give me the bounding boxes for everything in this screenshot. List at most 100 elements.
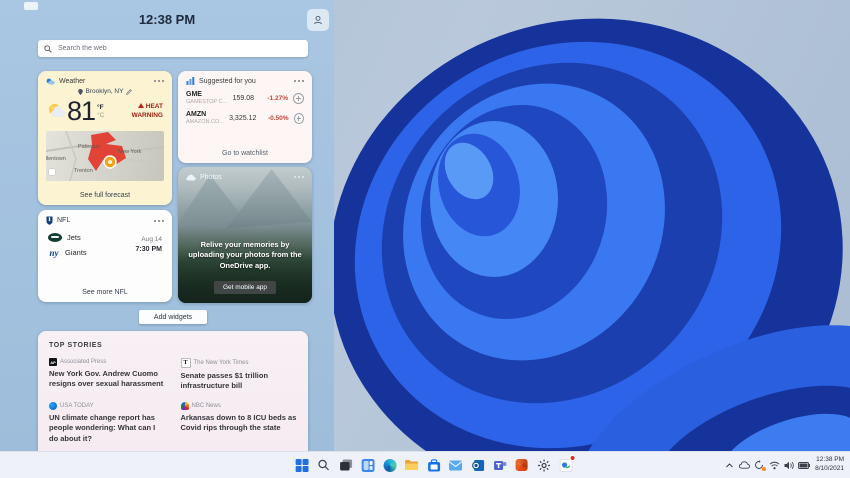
news-story[interactable]: T The New York Times Senate passes $1 tr…	[181, 358, 298, 391]
notification-badge	[570, 455, 576, 461]
photos-message: Relive your memories by uploading your p…	[186, 240, 304, 272]
photos-widget: Photos Relive your memories by uploading…	[178, 167, 312, 303]
edge-browser-button[interactable]	[379, 454, 401, 476]
news-story[interactable]: AP Associated Press New York Gov. Andrew…	[49, 358, 166, 391]
edge-icon	[383, 459, 396, 472]
add-to-watchlist-button[interactable]	[293, 93, 304, 104]
widgets-icon	[361, 459, 374, 472]
story-source: Associated Press	[60, 359, 106, 365]
see-more-nfl-link[interactable]: See more NFL	[38, 289, 172, 296]
usa-today-logo	[49, 402, 57, 410]
stock-row[interactable]: GME GAMESTOP C... 159.08 -1.27%	[178, 91, 312, 105]
stock-symbol: AMZN	[186, 111, 229, 118]
task-view-icon	[339, 459, 352, 471]
teams-icon	[493, 459, 506, 472]
weather-current: 81 °F °C HEAT WARNING	[38, 96, 172, 127]
add-widgets-button[interactable]: Add widgets	[139, 310, 207, 324]
stock-row[interactable]: AMZN AMAZON.CO... 3,325.12 -0.50%	[178, 111, 312, 125]
weather-see-full-forecast-link[interactable]: See full forecast	[38, 192, 172, 199]
profile-button[interactable]	[307, 9, 329, 31]
stock-symbol: GME	[186, 91, 232, 98]
search-bar	[38, 40, 308, 57]
stock-price: 3,325.12	[229, 115, 256, 122]
taskbar-clock[interactable]: 12:38 PM 8/10/2021	[812, 456, 848, 474]
nfl-title: NFL	[57, 217, 70, 224]
new-york-times-logo: T	[181, 358, 191, 368]
battery-tray-icon[interactable]	[797, 457, 811, 473]
add-to-watchlist-button[interactable]	[294, 113, 304, 124]
photos-menu-button[interactable]	[293, 173, 305, 181]
map-label: Allentown	[46, 156, 66, 162]
stock-change: -1.27%	[260, 95, 288, 102]
sync-alert-tray-icon[interactable]	[752, 457, 766, 473]
search-input[interactable]	[56, 44, 302, 53]
stocks-widget: Suggested for you GME GAMESTOP C... 159.…	[178, 71, 312, 163]
weather-menu-button[interactable]	[153, 77, 165, 85]
weather-widget-icon	[46, 78, 55, 85]
windows-start-icon	[295, 459, 308, 472]
clock-time: 12:38 PM	[815, 456, 844, 465]
map-label: New York	[118, 149, 141, 155]
mail-icon	[449, 460, 463, 471]
file-explorer-icon	[405, 459, 419, 471]
giants-logo: ny	[48, 247, 60, 258]
clock-date: 8/10/2021	[815, 465, 844, 474]
unit-fahrenheit-toggle[interactable]: °F	[97, 104, 104, 111]
news-story[interactable]: USA TODAY UN climate change report has p…	[49, 402, 166, 443]
start-button[interactable]	[291, 454, 313, 476]
volume-tray-icon[interactable]	[782, 457, 796, 473]
taskbar: 12:38 PM 8/10/2021	[0, 451, 850, 478]
search-icon	[318, 459, 330, 471]
weather-location: Brooklyn, NY	[86, 88, 124, 95]
map-label: Paterson	[78, 144, 100, 150]
taskbar-search-button[interactable]	[313, 454, 335, 476]
panel-corner-chip	[24, 2, 38, 10]
story-source: USA TODAY	[60, 403, 94, 409]
task-view-button[interactable]	[335, 454, 357, 476]
nfl-game-row[interactable]: Jets ny Giants Aug 14 7:30 PM	[38, 233, 172, 258]
wifi-tray-icon[interactable]	[767, 457, 781, 473]
heat-warning-badge[interactable]: HEAT WARNING	[121, 103, 163, 119]
weather-map[interactable]: Paterson New York Allentown Trenton	[46, 131, 164, 181]
hidden-icons-chevron[interactable]	[722, 457, 736, 473]
weather-location-row[interactable]: Brooklyn, NY	[38, 88, 172, 95]
jets-logo	[48, 233, 62, 242]
nfl-widget: NFL Jets ny Giants Aug 14 7:30 PM	[38, 210, 172, 302]
outlook-button[interactable]	[467, 454, 489, 476]
story-source: The New York Times	[194, 360, 249, 366]
teams-button[interactable]	[489, 454, 511, 476]
photos-title: Photos	[200, 174, 222, 181]
settings-button[interactable]	[533, 454, 555, 476]
stocks-menu-button[interactable]	[293, 77, 305, 85]
office-icon	[516, 459, 528, 471]
office-button[interactable]	[511, 454, 533, 476]
stock-change: -0.50%	[262, 115, 288, 122]
game-date: Aug 14	[136, 235, 162, 245]
widgets-button[interactable]	[357, 454, 379, 476]
mail-button[interactable]	[445, 454, 467, 476]
stocks-chart-icon	[186, 77, 195, 85]
team-name: Giants	[65, 248, 87, 257]
map-control[interactable]	[49, 169, 55, 175]
get-mobile-app-button[interactable]: Get mobile app	[214, 281, 276, 294]
onedrive-cloud-icon	[186, 174, 196, 181]
notification-app-button[interactable]	[555, 454, 577, 476]
story-headline: Senate passes $1 trillion infrastructure…	[181, 371, 298, 391]
settings-gear-icon	[537, 459, 550, 472]
edit-pencil-icon	[126, 89, 132, 95]
weather-widget: Weather Brooklyn, NY 81 °F °C HEAT	[38, 71, 172, 205]
nfl-menu-button[interactable]	[153, 217, 165, 225]
person-icon	[313, 15, 323, 25]
story-headline: UN climate change report has people wond…	[49, 413, 166, 443]
weather-title: Weather	[59, 78, 85, 85]
go-to-watchlist-link[interactable]: Go to watchlist	[178, 150, 312, 157]
widgets-panel: 12:38 PM Weather	[0, 0, 334, 452]
onedrive-tray-icon[interactable]	[737, 457, 751, 473]
team-name: Jets	[67, 233, 81, 242]
panel-clock: 12:38 PM	[0, 12, 334, 27]
news-story[interactable]: NBC News Arkansas down to 8 ICU beds as …	[181, 402, 298, 443]
microsoft-store-button[interactable]	[423, 454, 445, 476]
unit-celsius-toggle[interactable]: °C	[97, 112, 104, 119]
warning-triangle-icon	[138, 103, 144, 108]
file-explorer-button[interactable]	[401, 454, 423, 476]
